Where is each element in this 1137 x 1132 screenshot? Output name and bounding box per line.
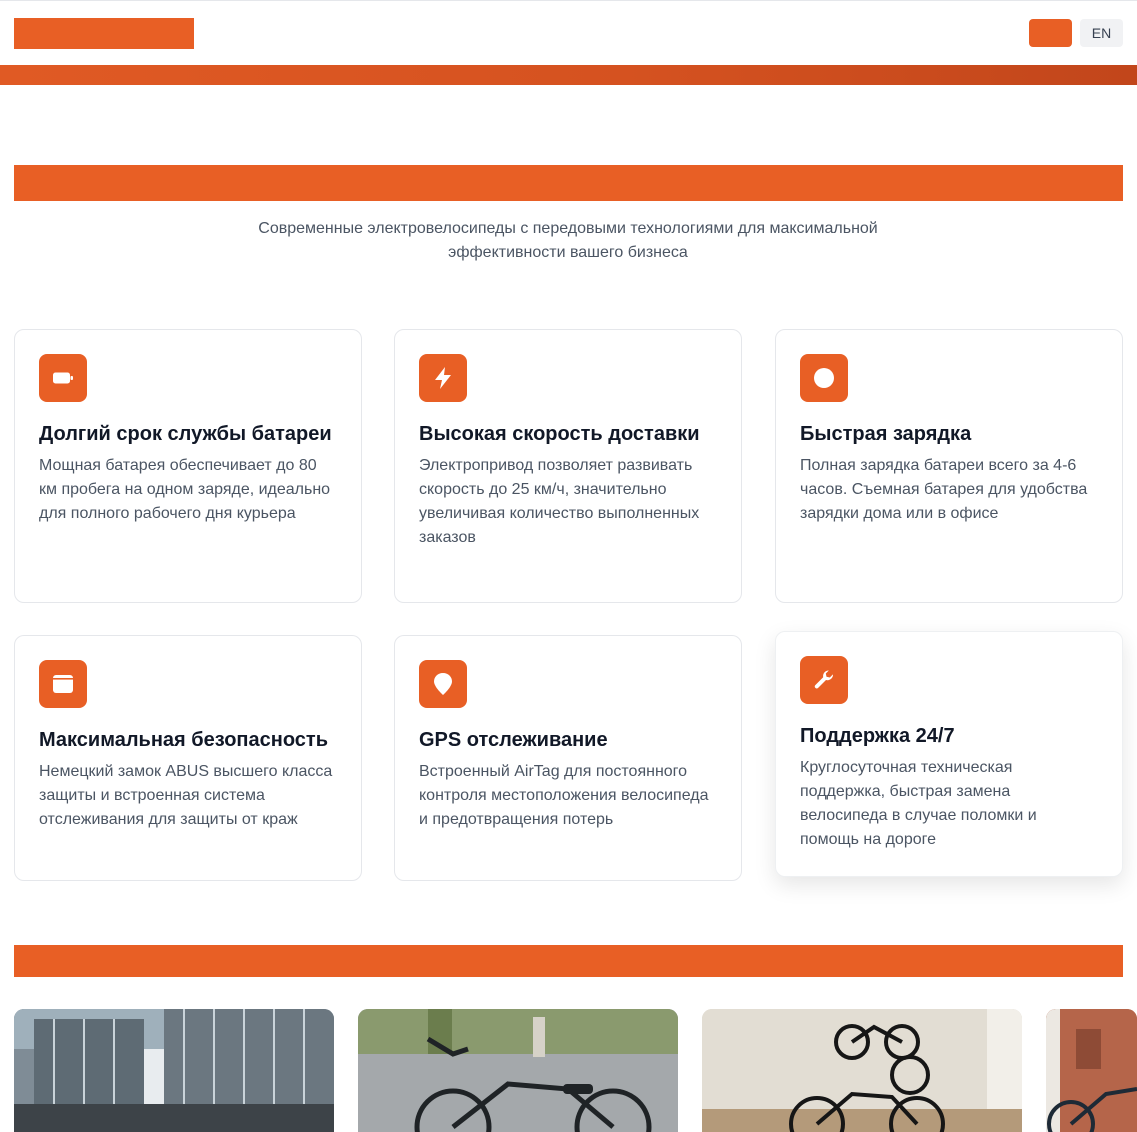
hero-banner-edge xyxy=(0,65,1137,85)
feature-text: Мощная батарея обеспечивает до 80 км про… xyxy=(39,457,331,522)
feature-title: Поддержка 24/7 xyxy=(800,725,955,747)
features-subtitle: Современные электровелосипеды с передовы… xyxy=(258,220,878,261)
feature-title: Быстрая зарядка xyxy=(800,423,972,445)
battery-icon xyxy=(39,354,87,402)
gallery-photo[interactable] xyxy=(14,1009,334,1132)
site-header: EN xyxy=(0,1,1137,65)
feature-text: Круглосуточная техническая поддержка, бы… xyxy=(800,759,1037,848)
gallery-photo[interactable] xyxy=(702,1009,1022,1132)
gallery-section-title xyxy=(14,945,1123,977)
feature-text: Полная зарядка батареи всего за 4-6 часо… xyxy=(800,457,1088,522)
feature-title: Максимальная безопасность xyxy=(39,729,328,751)
gallery-photo[interactable] xyxy=(358,1009,678,1132)
lock-icon xyxy=(39,660,87,708)
feature-text: Встроенный AirTag для постоянного контро… xyxy=(419,763,709,828)
feature-title: GPS отслеживание xyxy=(419,729,608,751)
logo[interactable] xyxy=(14,18,194,49)
location-pin-icon xyxy=(419,660,467,708)
wrench-icon xyxy=(800,656,848,704)
feature-card-security: Максимальная безопасность Немецкий замок… xyxy=(14,635,362,881)
features-section-title xyxy=(14,165,1123,201)
feature-title: Долгий срок службы батареи xyxy=(39,423,332,445)
feature-card-support: Поддержка 24/7 Круглосуточная техническа… xyxy=(775,631,1123,877)
feature-title: Высокая скорость доставки xyxy=(419,423,700,445)
clock-icon xyxy=(800,354,848,402)
gallery-photo[interactable] xyxy=(1046,1009,1137,1132)
feature-text: Немецкий замок ABUS высшего класса защит… xyxy=(39,763,333,828)
feature-card-speed: Высокая скорость доставки Электропривод … xyxy=(394,329,742,603)
language-en-button[interactable]: EN xyxy=(1080,19,1123,47)
feature-text: Электропривод позволяет развивать скорос… xyxy=(419,457,700,546)
feature-card-gps: GPS отслеживание Встроенный AirTag для п… xyxy=(394,635,742,881)
lightning-icon xyxy=(419,354,467,402)
feature-card-battery: Долгий срок службы батареи Мощная батаре… xyxy=(14,329,362,603)
feature-card-charging: Быстрая зарядка Полная зарядка батареи в… xyxy=(775,329,1123,603)
language-ru-button[interactable] xyxy=(1029,19,1072,47)
